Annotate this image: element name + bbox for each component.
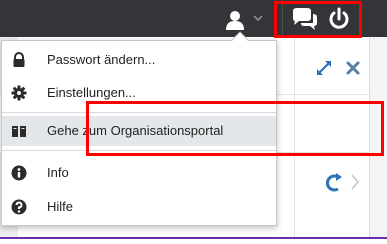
menu-item-label: Passwort ändern... — [47, 52, 156, 67]
menu-item-label: Info — [47, 165, 69, 180]
menu-item-help[interactable]: Hilfe — [2, 192, 276, 222]
menu-item-info[interactable]: Info — [2, 158, 276, 188]
chevron-down-icon[interactable] — [251, 11, 265, 25]
menu-item-change-password[interactable]: Passwort ändern... — [2, 45, 276, 75]
book-icon — [12, 126, 26, 137]
lock-icon — [13, 52, 25, 67]
gear-icon — [11, 85, 27, 101]
expand-icon[interactable] — [315, 59, 333, 77]
highlight-box-topbar-icons — [274, 1, 362, 38]
menu-item-label: Einstellungen... — [47, 85, 136, 100]
info-icon — [11, 165, 27, 181]
help-icon — [11, 199, 27, 215]
menu-item-label: Hilfe — [47, 199, 74, 214]
chevron-right-icon[interactable] — [349, 172, 361, 192]
close-icon[interactable] — [345, 60, 361, 76]
user-icon[interactable] — [226, 10, 244, 30]
highlight-box-organisation-portal — [86, 101, 384, 156]
bottom-accent-border — [0, 237, 387, 239]
refresh-icon[interactable] — [322, 172, 344, 194]
